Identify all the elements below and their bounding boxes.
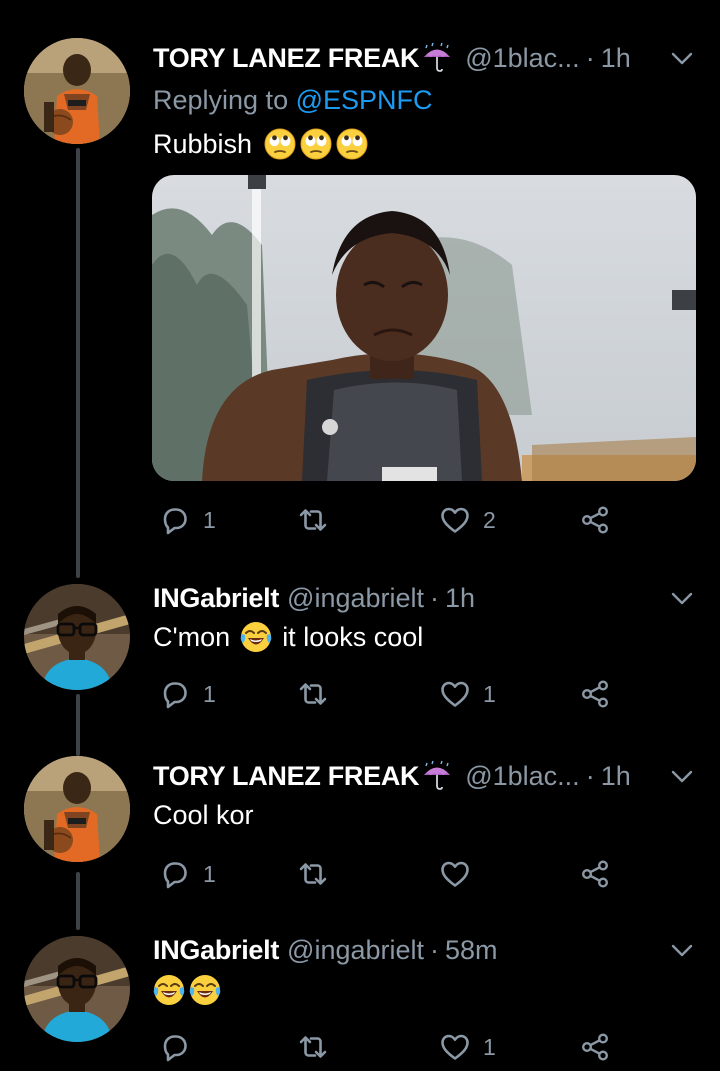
- share-action[interactable]: [579, 1027, 611, 1067]
- reply-count: 1: [203, 860, 216, 887]
- retweet-action[interactable]: [297, 1027, 341, 1067]
- handle[interactable]: @ingabrielt: [287, 583, 424, 614]
- share-action[interactable]: [579, 500, 611, 540]
- tweet-text: Cool kor: [153, 795, 254, 835]
- reply-icon[interactable]: [159, 678, 191, 710]
- like-action[interactable]: 2: [439, 500, 496, 540]
- timestamp[interactable]: 1h: [445, 583, 475, 614]
- tweet-text-before: C'mon: [153, 622, 231, 652]
- tweet[interactable]: TORY LANEZ FREAK @1blac... · 1h Replying…: [0, 0, 720, 560]
- face-with-rolling-eyes-icon: [300, 128, 332, 160]
- display-name[interactable]: TORY LANEZ FREAK: [153, 43, 420, 74]
- tweet[interactable]: INGabrielt @ingabrielt · 58m 1: [0, 920, 720, 1071]
- timestamp[interactable]: 58m: [445, 935, 498, 966]
- heart-icon[interactable]: [439, 1031, 471, 1063]
- tweet-text-after: it looks cool: [282, 622, 424, 652]
- reply-action[interactable]: [159, 1027, 203, 1067]
- display-name[interactable]: INGabrielt: [153, 935, 279, 966]
- display-name[interactable]: TORY LANEZ FREAK: [153, 761, 420, 792]
- retweet-action[interactable]: [297, 674, 341, 714]
- tweet-text: [153, 970, 223, 1010]
- tweet-actions: 1: [153, 1027, 623, 1067]
- tweet-text: C'mon it looks cool: [153, 617, 423, 657]
- avatar[interactable]: [24, 936, 130, 1042]
- handle[interactable]: @ingabrielt: [287, 935, 424, 966]
- chevron-down-icon[interactable]: [668, 584, 696, 612]
- retweet-icon[interactable]: [297, 504, 329, 536]
- like-action[interactable]: 1: [439, 674, 496, 714]
- share-icon[interactable]: [579, 1031, 611, 1063]
- like-action[interactable]: 1: [439, 1027, 496, 1067]
- tweet-text: Rubbish: [153, 124, 370, 164]
- avatar[interactable]: [24, 584, 130, 690]
- like-count: 1: [483, 1033, 496, 1060]
- heart-icon[interactable]: [439, 858, 471, 890]
- handle[interactable]: @1blac...: [465, 761, 579, 792]
- like-action[interactable]: [439, 854, 483, 894]
- tweet-text-content: Cool kor: [153, 800, 254, 830]
- tweet-actions: 1 1: [153, 674, 623, 714]
- tweet[interactable]: TORY LANEZ FREAK @1blac... · 1h Cool kor…: [0, 740, 720, 920]
- separator: ·: [430, 934, 440, 965]
- umbrella-with-rain-icon: [421, 42, 453, 74]
- replying-to-label: Replying to: [153, 85, 296, 115]
- replying-to: Replying to @ESPNFC: [153, 82, 433, 118]
- retweet-action[interactable]: [297, 500, 341, 540]
- reply-icon[interactable]: [159, 858, 191, 890]
- face-with-rolling-eyes-icon: [264, 128, 296, 160]
- reply-count: 1: [203, 506, 216, 533]
- chevron-down-icon[interactable]: [668, 936, 696, 964]
- separator: ·: [585, 760, 595, 791]
- timestamp[interactable]: 1h: [601, 43, 631, 74]
- face-with-rolling-eyes-icon: [336, 128, 368, 160]
- face-with-tears-of-joy-icon: [189, 974, 221, 1006]
- share-action[interactable]: [579, 854, 611, 894]
- reply-action[interactable]: 1: [159, 854, 216, 894]
- heart-icon[interactable]: [439, 678, 471, 710]
- tweet-media-image[interactable]: [152, 175, 696, 481]
- share-action[interactable]: [579, 674, 611, 714]
- tweet-actions: 1: [153, 854, 623, 894]
- separator: ·: [585, 42, 595, 73]
- tweet-header: INGabrielt @ingabrielt · 1h: [153, 578, 696, 618]
- handle[interactable]: @1blac...: [465, 43, 579, 74]
- like-count: 2: [483, 506, 496, 533]
- umbrella-with-rain-icon: [421, 760, 453, 792]
- tweet-actions: 1 2: [153, 500, 623, 540]
- face-with-tears-of-joy-icon: [240, 621, 272, 653]
- tweet-header: TORY LANEZ FREAK @1blac... · 1h: [153, 38, 696, 78]
- tweet[interactable]: INGabrielt @ingabrielt · 1h C'mon it loo…: [0, 560, 720, 740]
- like-count: 1: [483, 680, 496, 707]
- reply-action[interactable]: 1: [159, 674, 216, 714]
- heart-icon[interactable]: [439, 504, 471, 536]
- retweet-action[interactable]: [297, 854, 341, 894]
- mention-link[interactable]: @ESPNFC: [296, 85, 433, 115]
- share-icon[interactable]: [579, 858, 611, 890]
- reply-icon[interactable]: [159, 1031, 191, 1063]
- retweet-icon[interactable]: [297, 858, 329, 890]
- reply-action[interactable]: 1: [159, 500, 216, 540]
- share-icon[interactable]: [579, 504, 611, 536]
- chevron-down-icon[interactable]: [668, 762, 696, 790]
- retweet-icon[interactable]: [297, 678, 329, 710]
- display-name[interactable]: INGabrielt: [153, 583, 279, 614]
- avatar[interactable]: [24, 38, 130, 144]
- retweet-icon[interactable]: [297, 1031, 329, 1063]
- reply-icon[interactable]: [159, 504, 191, 536]
- share-icon[interactable]: [579, 678, 611, 710]
- tweet-header: INGabrielt @ingabrielt · 58m: [153, 930, 696, 970]
- timestamp[interactable]: 1h: [601, 761, 631, 792]
- face-with-tears-of-joy-icon: [153, 974, 185, 1006]
- tweet-text-content: Rubbish: [153, 129, 253, 159]
- reply-count: 1: [203, 680, 216, 707]
- tweet-header: TORY LANEZ FREAK @1blac... · 1h: [153, 756, 696, 796]
- separator: ·: [430, 582, 440, 613]
- chevron-down-icon[interactable]: [668, 44, 696, 72]
- avatar[interactable]: [24, 756, 130, 862]
